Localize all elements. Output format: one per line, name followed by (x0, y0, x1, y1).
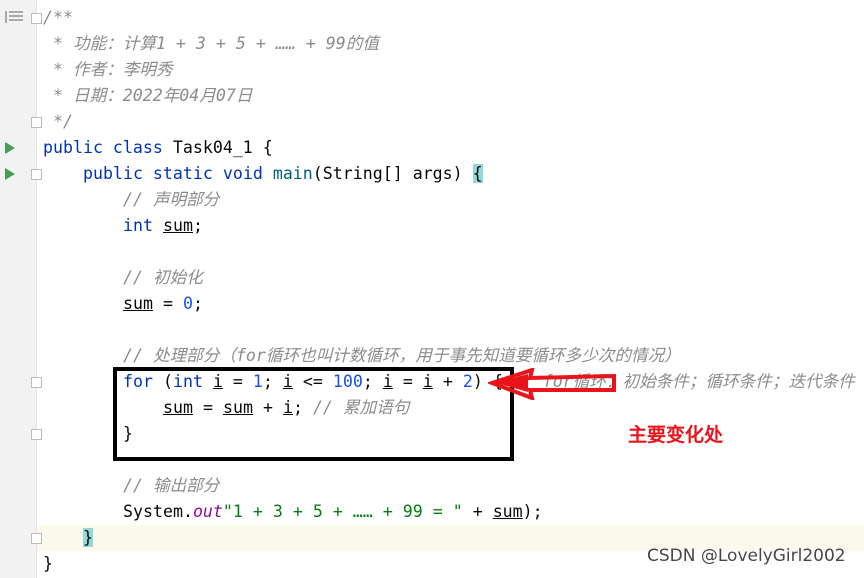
keyword: public class (43, 138, 173, 157)
code-line: } (43, 554, 53, 573)
red-arrow-icon (488, 368, 616, 400)
code-line: * 功能：计算1 + 3 + 5 + …… + 99的值 (43, 34, 379, 53)
variable: sum (162, 216, 193, 235)
code-line: System.out"1 + 3 + 5 + …… + 99 = " + sum… (123, 502, 543, 521)
code-line: sum = 0; (123, 291, 203, 317)
code-line: // 初始化 (123, 268, 203, 287)
keyword: public static void (83, 164, 273, 183)
fold-icon[interactable] (31, 429, 42, 440)
fold-icon[interactable] (31, 377, 42, 388)
annotation-label: 主要变化处 (628, 424, 724, 446)
fold-icon[interactable] (31, 169, 42, 180)
brace: { (472, 164, 483, 183)
punct: ; (192, 294, 203, 313)
keyword: int (123, 216, 163, 235)
brace: { (262, 138, 273, 157)
code-line: public class Task04_1 { (43, 135, 273, 161)
params: (String[] args) (312, 164, 473, 183)
fold-icon[interactable] (31, 533, 42, 544)
run-main-icon[interactable] (5, 168, 15, 180)
code-line: * 作者：李明秀 (43, 60, 173, 79)
string: "1 + 3 + 5 + …… + 99 = " (222, 502, 463, 521)
class-ref: System. (123, 502, 193, 521)
fold-icon[interactable] (31, 117, 42, 128)
method-name: main (272, 164, 313, 183)
code-line: int sum; (123, 213, 203, 239)
brace: } (83, 528, 93, 547)
editor-gutter (0, 0, 37, 578)
code-line: // 输出部分 (123, 476, 220, 495)
op: + (462, 502, 493, 521)
punct: ; (192, 216, 203, 235)
code-line: public static void main(String[] args) { (83, 161, 483, 187)
fold-icon[interactable] (31, 13, 42, 24)
code-line: */ (43, 112, 73, 131)
variable: sum (492, 502, 523, 521)
code-line: // 处理部分（for循环也叫计数循环，用于事先知道要循环多少次的情况） (123, 346, 681, 365)
code-line: /** (43, 8, 73, 27)
code-line: } (83, 525, 93, 551)
code-line: // 声明部分 (123, 190, 220, 209)
variable: sum (123, 294, 153, 313)
number: 0 (182, 294, 193, 313)
code-line: * 日期：2022年04月07日 (43, 86, 253, 105)
class-name: Task04_1 (172, 138, 263, 157)
op: = (152, 294, 183, 313)
watermark: CSDN @LovelyGirl2002 (647, 546, 846, 566)
gutter-structure-icon[interactable] (5, 11, 23, 23)
static-field: out (192, 502, 223, 521)
highlight-box (113, 367, 514, 461)
run-class-icon[interactable] (5, 142, 15, 154)
